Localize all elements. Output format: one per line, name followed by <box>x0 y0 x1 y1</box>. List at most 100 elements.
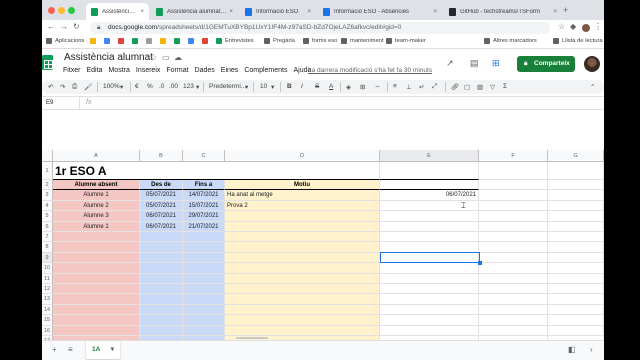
row-header[interactable]: 5 <box>42 211 53 222</box>
data-cell[interactable]: Alumne 1 <box>53 221 140 232</box>
grid-cell[interactable] <box>479 315 548 326</box>
browser-tab[interactable]: Assistència alumnat - Fulls de càlc× <box>86 3 149 20</box>
grid-cell[interactable] <box>140 284 183 295</box>
insert-chart-icon[interactable]: ▥ <box>477 83 483 91</box>
grid-cell[interactable] <box>140 242 183 253</box>
data-cell[interactable]: 29/07/2021 <box>183 211 225 222</box>
name-box[interactable]: E9 <box>42 97 80 110</box>
data-cell[interactable]: 06/07/2021 <box>380 190 479 201</box>
horizontal-scrollbar[interactable] <box>236 337 268 339</box>
grid-cell[interactable] <box>183 294 225 305</box>
close-tab-icon[interactable]: × <box>553 9 557 15</box>
grid-cell[interactable] <box>380 315 479 326</box>
extension-icon[interactable]: ◆ <box>570 22 576 31</box>
bookmark-item[interactable] <box>160 38 169 44</box>
grid-cell[interactable] <box>479 190 548 201</box>
collapse-toolbar-icon[interactable]: ⌃ <box>590 83 595 91</box>
merge-cells-icon[interactable]: ⇔ <box>374 83 381 90</box>
column-header-g[interactable]: G <box>548 150 604 162</box>
row-header[interactable]: 11 <box>42 273 53 284</box>
increase-decimals-button[interactable]: .00 <box>169 83 178 90</box>
font-size-select[interactable]: 10 <box>260 83 267 90</box>
grid-cell[interactable] <box>479 180 548 191</box>
undo-icon[interactable]: ↶ <box>48 83 53 91</box>
bookmark-item[interactable] <box>104 38 113 44</box>
text-rotation-icon[interactable]: ⤢ <box>432 83 437 91</box>
grid-cell[interactable] <box>548 315 604 326</box>
grid-cell[interactable] <box>548 162 604 180</box>
row-header[interactable]: 16 <box>42 325 53 336</box>
side-panel-toggle-icon[interactable]: › <box>590 345 593 354</box>
bookmark-item[interactable] <box>146 38 155 44</box>
more-formats-button[interactable]: 123 <box>183 83 194 90</box>
menu-item[interactable]: Edita <box>87 67 103 74</box>
grid-cell[interactable] <box>548 294 604 305</box>
insert-comment-icon[interactable]: ▢ <box>464 83 470 91</box>
row-header[interactable]: 15 <box>42 315 53 326</box>
move-folder-icon[interactable]: ▭ <box>162 53 170 62</box>
menu-item[interactable]: Dades <box>195 67 215 74</box>
grid-cell[interactable] <box>380 273 479 284</box>
bookmark-item[interactable] <box>188 38 197 44</box>
grid-cell[interactable] <box>183 242 225 253</box>
document-title[interactable]: Assistència alumnat <box>64 52 153 63</box>
data-cell[interactable]: 06/07/2021 <box>140 211 183 222</box>
row-header[interactable]: 4 <box>42 200 53 212</box>
close-tab-icon[interactable]: × <box>140 9 144 15</box>
profile-avatar[interactable] <box>582 24 590 32</box>
browser-menu-icon[interactable]: ⋮ <box>594 22 602 31</box>
grid-cell[interactable] <box>479 242 548 253</box>
grid-cell[interactable] <box>225 242 380 253</box>
grid-cell[interactable] <box>225 304 380 316</box>
column-title-cell[interactable]: Motiu <box>225 180 380 191</box>
grid-cell[interactable] <box>548 211 604 222</box>
grid-cell[interactable] <box>548 252 604 264</box>
insert-link-icon[interactable]: 🔗︎ <box>451 83 459 91</box>
bookmark-item[interactable] <box>174 38 183 44</box>
grid-cell[interactable] <box>53 232 140 243</box>
grid-cell[interactable] <box>225 284 380 295</box>
address-bar[interactable]: 🔒︎ docs.google.com/spreadsheets/d/1GEMTu… <box>90 22 550 34</box>
font-select[interactable]: Predetermi... <box>209 83 246 90</box>
grid-cell[interactable] <box>380 304 479 316</box>
close-tab-icon[interactable]: × <box>229 9 233 15</box>
data-cell[interactable]: Ha anat al metge <box>225 190 380 201</box>
data-cell[interactable] <box>225 221 380 232</box>
row-header[interactable]: 8 <box>42 242 53 253</box>
data-cell[interactable]: 21/07/2021 <box>183 221 225 232</box>
text-color-button[interactable]: A <box>329 83 333 90</box>
column-header-d[interactable]: D <box>225 150 380 162</box>
grid-cell[interactable] <box>140 304 183 316</box>
grid-cell[interactable] <box>53 263 140 274</box>
menu-item[interactable]: Insereix <box>136 67 161 74</box>
column-header-f[interactable]: F <box>479 150 548 162</box>
grid-cell[interactable] <box>140 294 183 305</box>
grid-cell[interactable] <box>380 162 479 180</box>
maximize-window-icon[interactable] <box>68 7 75 14</box>
row-header[interactable]: 12 <box>42 284 53 295</box>
bold-button[interactable]: B <box>287 83 292 90</box>
redo-icon[interactable]: ↷ <box>60 83 65 91</box>
browser-tab[interactable]: GitHub - techstreams/TSForm × <box>444 3 562 20</box>
grid-cell[interactable] <box>53 325 140 336</box>
row-header[interactable]: 6 <box>42 221 53 232</box>
menu-item[interactable]: Eines <box>221 67 239 74</box>
grid-cell[interactable] <box>140 273 183 284</box>
all-sheets-icon[interactable]: ≡ <box>68 345 73 354</box>
grid-cell[interactable] <box>479 221 548 232</box>
grid-cell[interactable] <box>548 232 604 243</box>
row-header[interactable]: 10 <box>42 263 53 274</box>
account-avatar[interactable] <box>584 56 600 72</box>
grid-cell[interactable] <box>479 325 548 336</box>
row-header[interactable]: 3 <box>42 190 53 201</box>
horizontal-align-icon[interactable]: ≡ <box>393 83 397 90</box>
grid-cell[interactable] <box>548 263 604 274</box>
data-cell[interactable]: Alumne 1 <box>53 190 140 201</box>
grid-cell[interactable] <box>225 325 380 336</box>
functions-icon[interactable]: Σ <box>503 83 507 90</box>
grid-cell[interactable] <box>380 294 479 305</box>
grid-cell[interactable] <box>479 294 548 305</box>
bookmark-item[interactable] <box>202 38 211 44</box>
forward-icon[interactable]: → <box>60 22 68 31</box>
column-header-c[interactable]: C <box>183 150 225 162</box>
